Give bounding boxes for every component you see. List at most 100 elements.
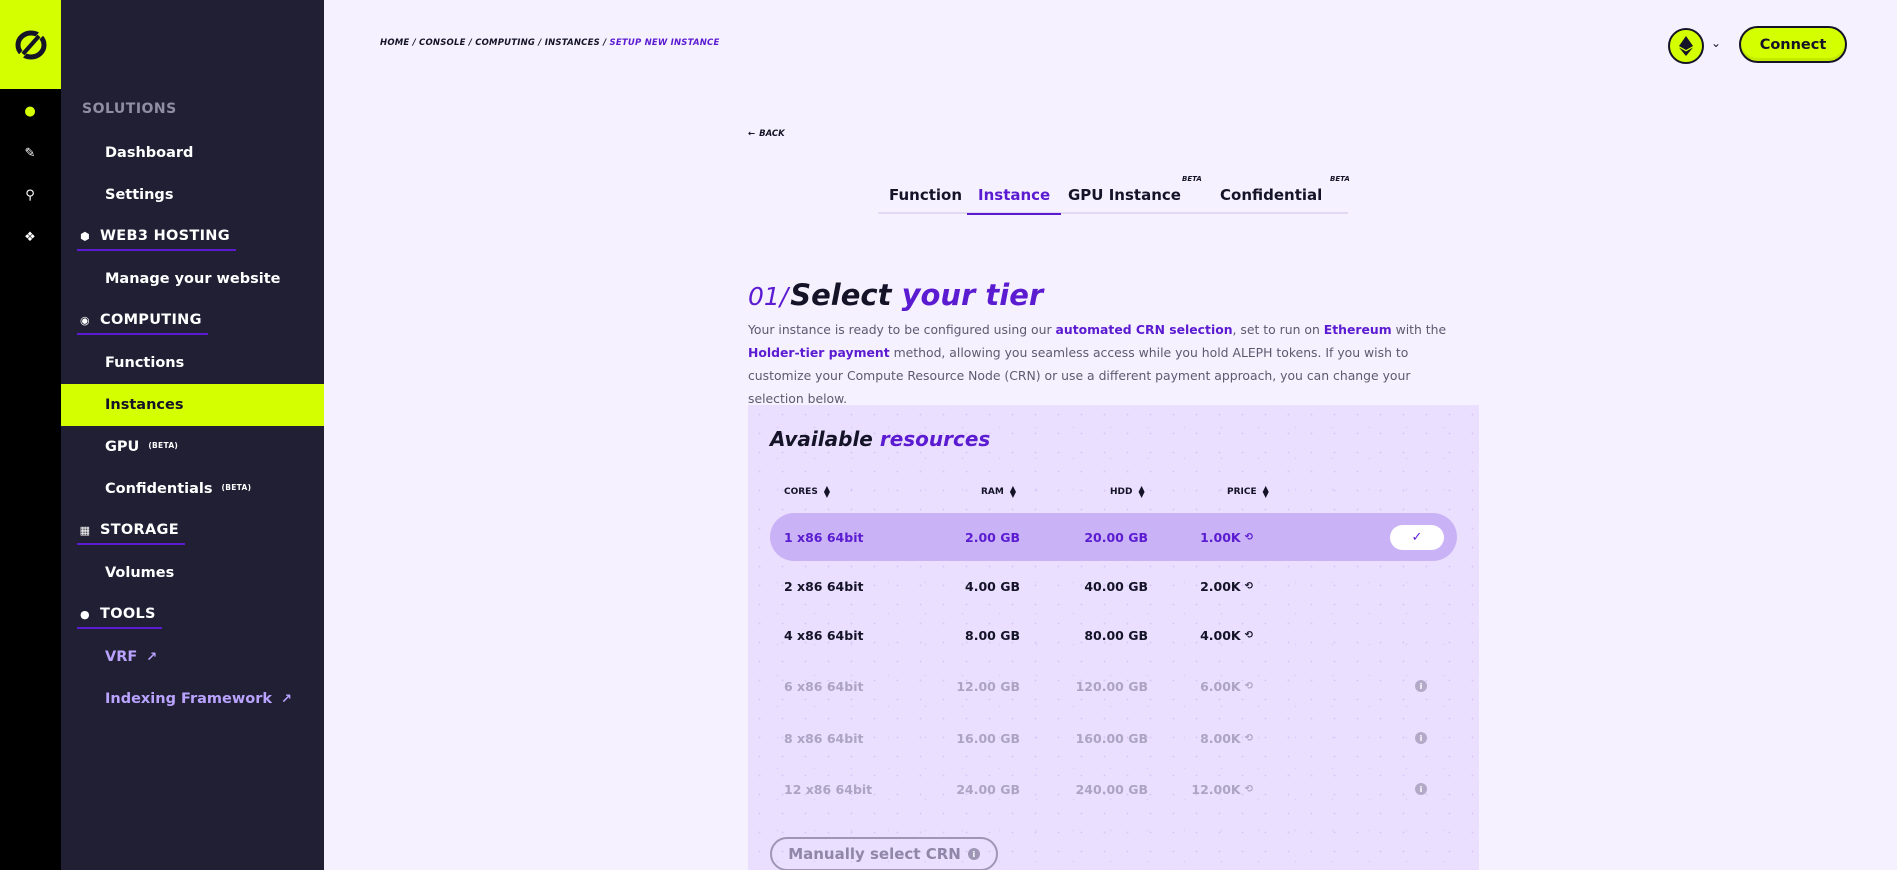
cell-hdd: 120.00 GB xyxy=(1075,678,1148,694)
sidebar-item-gpu[interactable]: GPU (BETA) xyxy=(61,426,324,468)
tab-instance[interactable]: Instance xyxy=(967,178,1062,215)
cell-ram: 16.00 GB xyxy=(956,730,1020,746)
cell-price: 2.00K ⟲ xyxy=(1160,562,1253,610)
sidebar-item-confidentials[interactable]: Confidentials (BETA) xyxy=(61,468,324,510)
column-header-price[interactable]: PRICE ▲ ▼ xyxy=(1227,484,1269,499)
table-row[interactable]: 1 x86 64bit 2.00 GB 20.00 GB 1.00K ⟲ ✓ xyxy=(770,513,1457,561)
tab-function[interactable]: Function xyxy=(889,178,962,214)
price-value: 12.00K xyxy=(1191,781,1241,797)
sidebar-item-dashboard[interactable]: Dashboard xyxy=(61,132,324,174)
section-web3-hosting[interactable]: ⬢ WEB3 HOSTING xyxy=(77,222,236,251)
cell-price: 6.00K ⟲ xyxy=(1160,662,1253,710)
network-selector[interactable] xyxy=(1668,28,1704,64)
tab-label: Confidential xyxy=(1220,186,1323,204)
desc-text: , set to run on xyxy=(1232,322,1324,337)
cube-icon: ⬢ xyxy=(80,229,90,243)
section-computing[interactable]: ◉ COMPUTING xyxy=(77,306,208,335)
tab-bar: Function Instance GPU Instance BETA Conf… xyxy=(878,175,1350,215)
info-icon[interactable]: i xyxy=(1415,783,1427,795)
sidebar-item-label: GPU xyxy=(105,439,140,455)
beta-badge: BETA xyxy=(1182,175,1202,183)
table-row: 12 x86 64bit 24.00 GB 240.00 GB 12.00K ⟲ … xyxy=(770,765,1457,813)
manually-select-crn-button[interactable]: Manually select CRN i xyxy=(770,837,998,870)
back-link[interactable]: ← BACK xyxy=(748,129,785,139)
breadcrumb: HOME / CONSOLE / COMPUTING / INSTANCES /… xyxy=(380,38,720,48)
desc-text: Your instance is ready to be configured … xyxy=(748,322,1056,337)
price-value: 4.00K xyxy=(1200,627,1241,643)
cell-price: 1.00K ⟲ xyxy=(1160,513,1253,561)
back-label: BACK xyxy=(759,129,785,139)
sidebar-item-volumes[interactable]: Volumes xyxy=(61,552,324,594)
breadcrumb-path[interactable]: HOME / CONSOLE / COMPUTING / INSTANCES / xyxy=(380,38,610,48)
sidebar-item-label: Manage your website xyxy=(105,271,281,287)
sidebar-item-settings[interactable]: Settings xyxy=(61,174,324,216)
beta-badge: (BETA) xyxy=(148,440,179,450)
column-header-hdd[interactable]: HDD ▲ ▼ xyxy=(1110,484,1145,499)
beta-badge: (BETA) xyxy=(221,482,252,492)
price-value: 2.00K xyxy=(1200,578,1241,594)
aleph-token-icon: ⟲ xyxy=(1244,531,1253,543)
price-value: 6.00K xyxy=(1200,678,1241,694)
sidebar-item-instances[interactable]: Instances xyxy=(61,384,324,426)
explorer-rail-icon[interactable]: ⚲ xyxy=(20,185,40,205)
sidebar-item-label: Instances xyxy=(105,397,184,413)
ethereum-icon xyxy=(1679,36,1693,56)
connect-button[interactable]: Connect xyxy=(1739,26,1847,63)
price-value: 8.00K xyxy=(1200,730,1241,746)
icon-rail: ● ✎ ⚲ ❖ xyxy=(0,0,61,870)
cell-ram: 4.00 GB xyxy=(965,578,1020,594)
tools-icon: ● xyxy=(80,607,90,621)
column-label: PRICE xyxy=(1227,487,1257,497)
column-header-ram[interactable]: RAM ▲ ▼ xyxy=(981,485,1016,499)
column-label: RAM xyxy=(981,487,1004,497)
cell-ram: 24.00 GB xyxy=(956,781,1020,797)
sidebar: SOLUTIONS Dashboard Settings ⬢ WEB3 HOST… xyxy=(61,0,324,870)
desc-highlight-payment: Holder-tier payment xyxy=(748,345,890,360)
sidebar-item-label: Settings xyxy=(105,187,174,203)
tab-label: GPU Instance xyxy=(1068,186,1181,204)
sidebar-item-label: Volumes xyxy=(105,565,175,581)
chevron-down-icon[interactable]: ⌄ xyxy=(1711,36,1721,50)
cell-cores: 12 x86 64bit xyxy=(784,781,873,797)
table-row: 6 x86 64bit 12.00 GB 120.00 GB 6.00K ⟲ i xyxy=(770,662,1457,710)
sort-icon: ▲ ▼ xyxy=(1138,484,1145,499)
section-tools[interactable]: ● TOOLS xyxy=(77,600,162,629)
resources-title-b: resources xyxy=(879,427,991,451)
info-icon[interactable]: i xyxy=(1415,680,1427,692)
external-link-icon: ↗ xyxy=(146,649,158,665)
aleph-token-icon: ⟲ xyxy=(1244,580,1253,592)
aleph-token-icon: ⟲ xyxy=(1244,732,1253,744)
sort-icon: ▲ ▼ xyxy=(1262,484,1269,499)
selected-check[interactable]: ✓ xyxy=(1390,525,1444,550)
aleph-token-icon: ⟲ xyxy=(1244,783,1253,795)
section-label: TOOLS xyxy=(100,606,156,622)
desc-text: with the xyxy=(1391,322,1447,337)
tab-gpu-instance[interactable]: GPU Instance BETA xyxy=(1068,175,1202,214)
cell-price: 8.00K ⟲ xyxy=(1160,714,1253,762)
sidebar-item-vrf[interactable]: VRF ↗ xyxy=(61,636,324,678)
sidebar-item-functions[interactable]: Functions xyxy=(61,342,324,384)
info-icon[interactable]: i xyxy=(1415,732,1427,744)
column-label: HDD xyxy=(1110,487,1133,497)
sidebar-item-label: Dashboard xyxy=(105,145,194,161)
table-row[interactable]: 4 x86 64bit 8.00 GB 80.00 GB 4.00K ⟲ xyxy=(770,611,1457,659)
solutions-rail-icon[interactable]: ● xyxy=(20,101,40,121)
column-header-cores[interactable]: CORES ▲ ▼ xyxy=(784,484,830,499)
table-row[interactable]: 2 x86 64bit 4.00 GB 40.00 GB 2.00K ⟲ xyxy=(770,562,1457,610)
solutions-heading: SOLUTIONS xyxy=(82,101,177,117)
cell-ram: 12.00 GB xyxy=(956,678,1020,694)
aleph-logo[interactable] xyxy=(0,0,61,89)
tab-confidential[interactable]: Confidential BETA xyxy=(1220,175,1350,214)
cell-ram: 8.00 GB xyxy=(965,627,1020,643)
resources-title-a: Available xyxy=(770,427,880,451)
rocket-rail-icon[interactable]: ✎ xyxy=(20,143,40,163)
storage-icon: ▦ xyxy=(79,523,91,537)
sidebar-item-indexing-framework[interactable]: Indexing Framework ↗ xyxy=(61,678,324,720)
desc-highlight-crn: automated CRN selection xyxy=(1055,322,1233,337)
sidebar-item-manage-website[interactable]: Manage your website xyxy=(61,258,324,300)
section-storage[interactable]: ▦ STORAGE xyxy=(77,516,185,545)
breadcrumb-current: SETUP NEW INSTANCE xyxy=(609,38,720,48)
docs-rail-icon[interactable]: ❖ xyxy=(20,227,40,247)
sort-icon: ▲ ▼ xyxy=(823,484,830,499)
tier-heading: 01/ Select your tier xyxy=(748,278,1043,312)
